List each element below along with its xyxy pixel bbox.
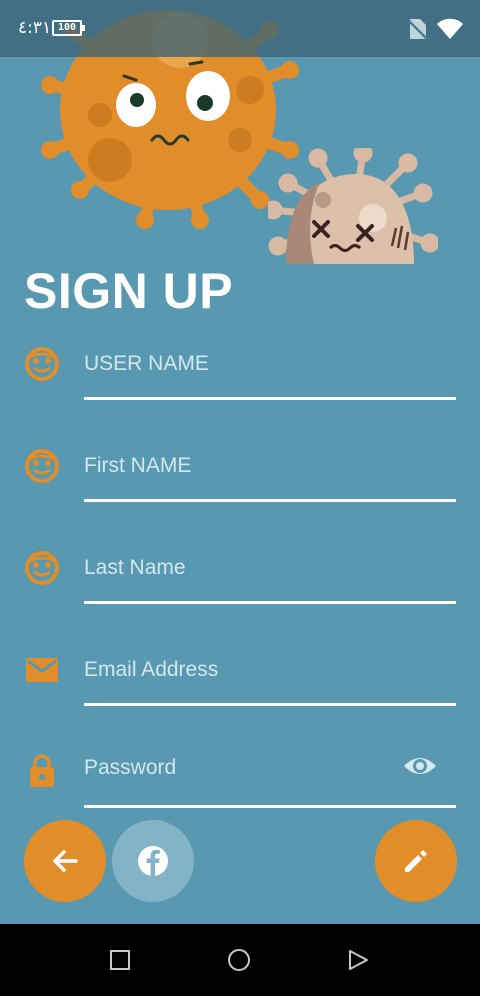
password-input[interactable]	[84, 750, 384, 786]
face-icon	[25, 551, 59, 585]
page-title: SIGN UP	[24, 263, 234, 319]
username-input[interactable]	[84, 346, 384, 382]
back-button[interactable]	[24, 820, 106, 902]
face-icon	[25, 449, 59, 483]
input-underline	[84, 397, 456, 400]
username-field	[0, 346, 480, 426]
password-field	[0, 750, 480, 830]
recents-button-icon[interactable]	[108, 948, 132, 972]
virus-illustration-small	[268, 148, 438, 264]
face-icon	[25, 347, 59, 381]
status-time: ٤:٣١	[18, 18, 52, 38]
facebook-button[interactable]	[112, 820, 194, 902]
eye-icon[interactable]	[402, 746, 438, 786]
input-underline	[84, 805, 456, 808]
lock-icon	[30, 754, 54, 787]
no-sim-icon	[407, 19, 428, 40]
input-underline	[84, 601, 456, 604]
facebook-icon	[138, 846, 168, 877]
arrow-back-icon	[53, 850, 78, 872]
home-button-icon[interactable]	[227, 948, 251, 972]
last-name-field	[0, 550, 480, 630]
email-field	[0, 652, 480, 732]
first-name-field	[0, 448, 480, 528]
system-navigation-bar	[0, 924, 480, 996]
mail-icon	[26, 658, 58, 682]
signup-screen: ٤:٣١ 100 SIGN UP USER NAME First NAME La…	[0, 0, 480, 924]
status-bar: ٤:٣١ 100	[0, 0, 480, 57]
battery-icon: 100	[52, 20, 85, 36]
input-underline	[84, 499, 456, 502]
last-name-input[interactable]	[84, 550, 384, 586]
pencil-icon	[405, 850, 427, 872]
back-nav-button-icon[interactable]	[346, 948, 370, 972]
email-input[interactable]	[84, 652, 384, 688]
submit-button[interactable]	[375, 820, 457, 902]
first-name-input[interactable]	[84, 448, 384, 484]
wifi-icon	[437, 18, 463, 39]
input-underline	[84, 703, 456, 706]
